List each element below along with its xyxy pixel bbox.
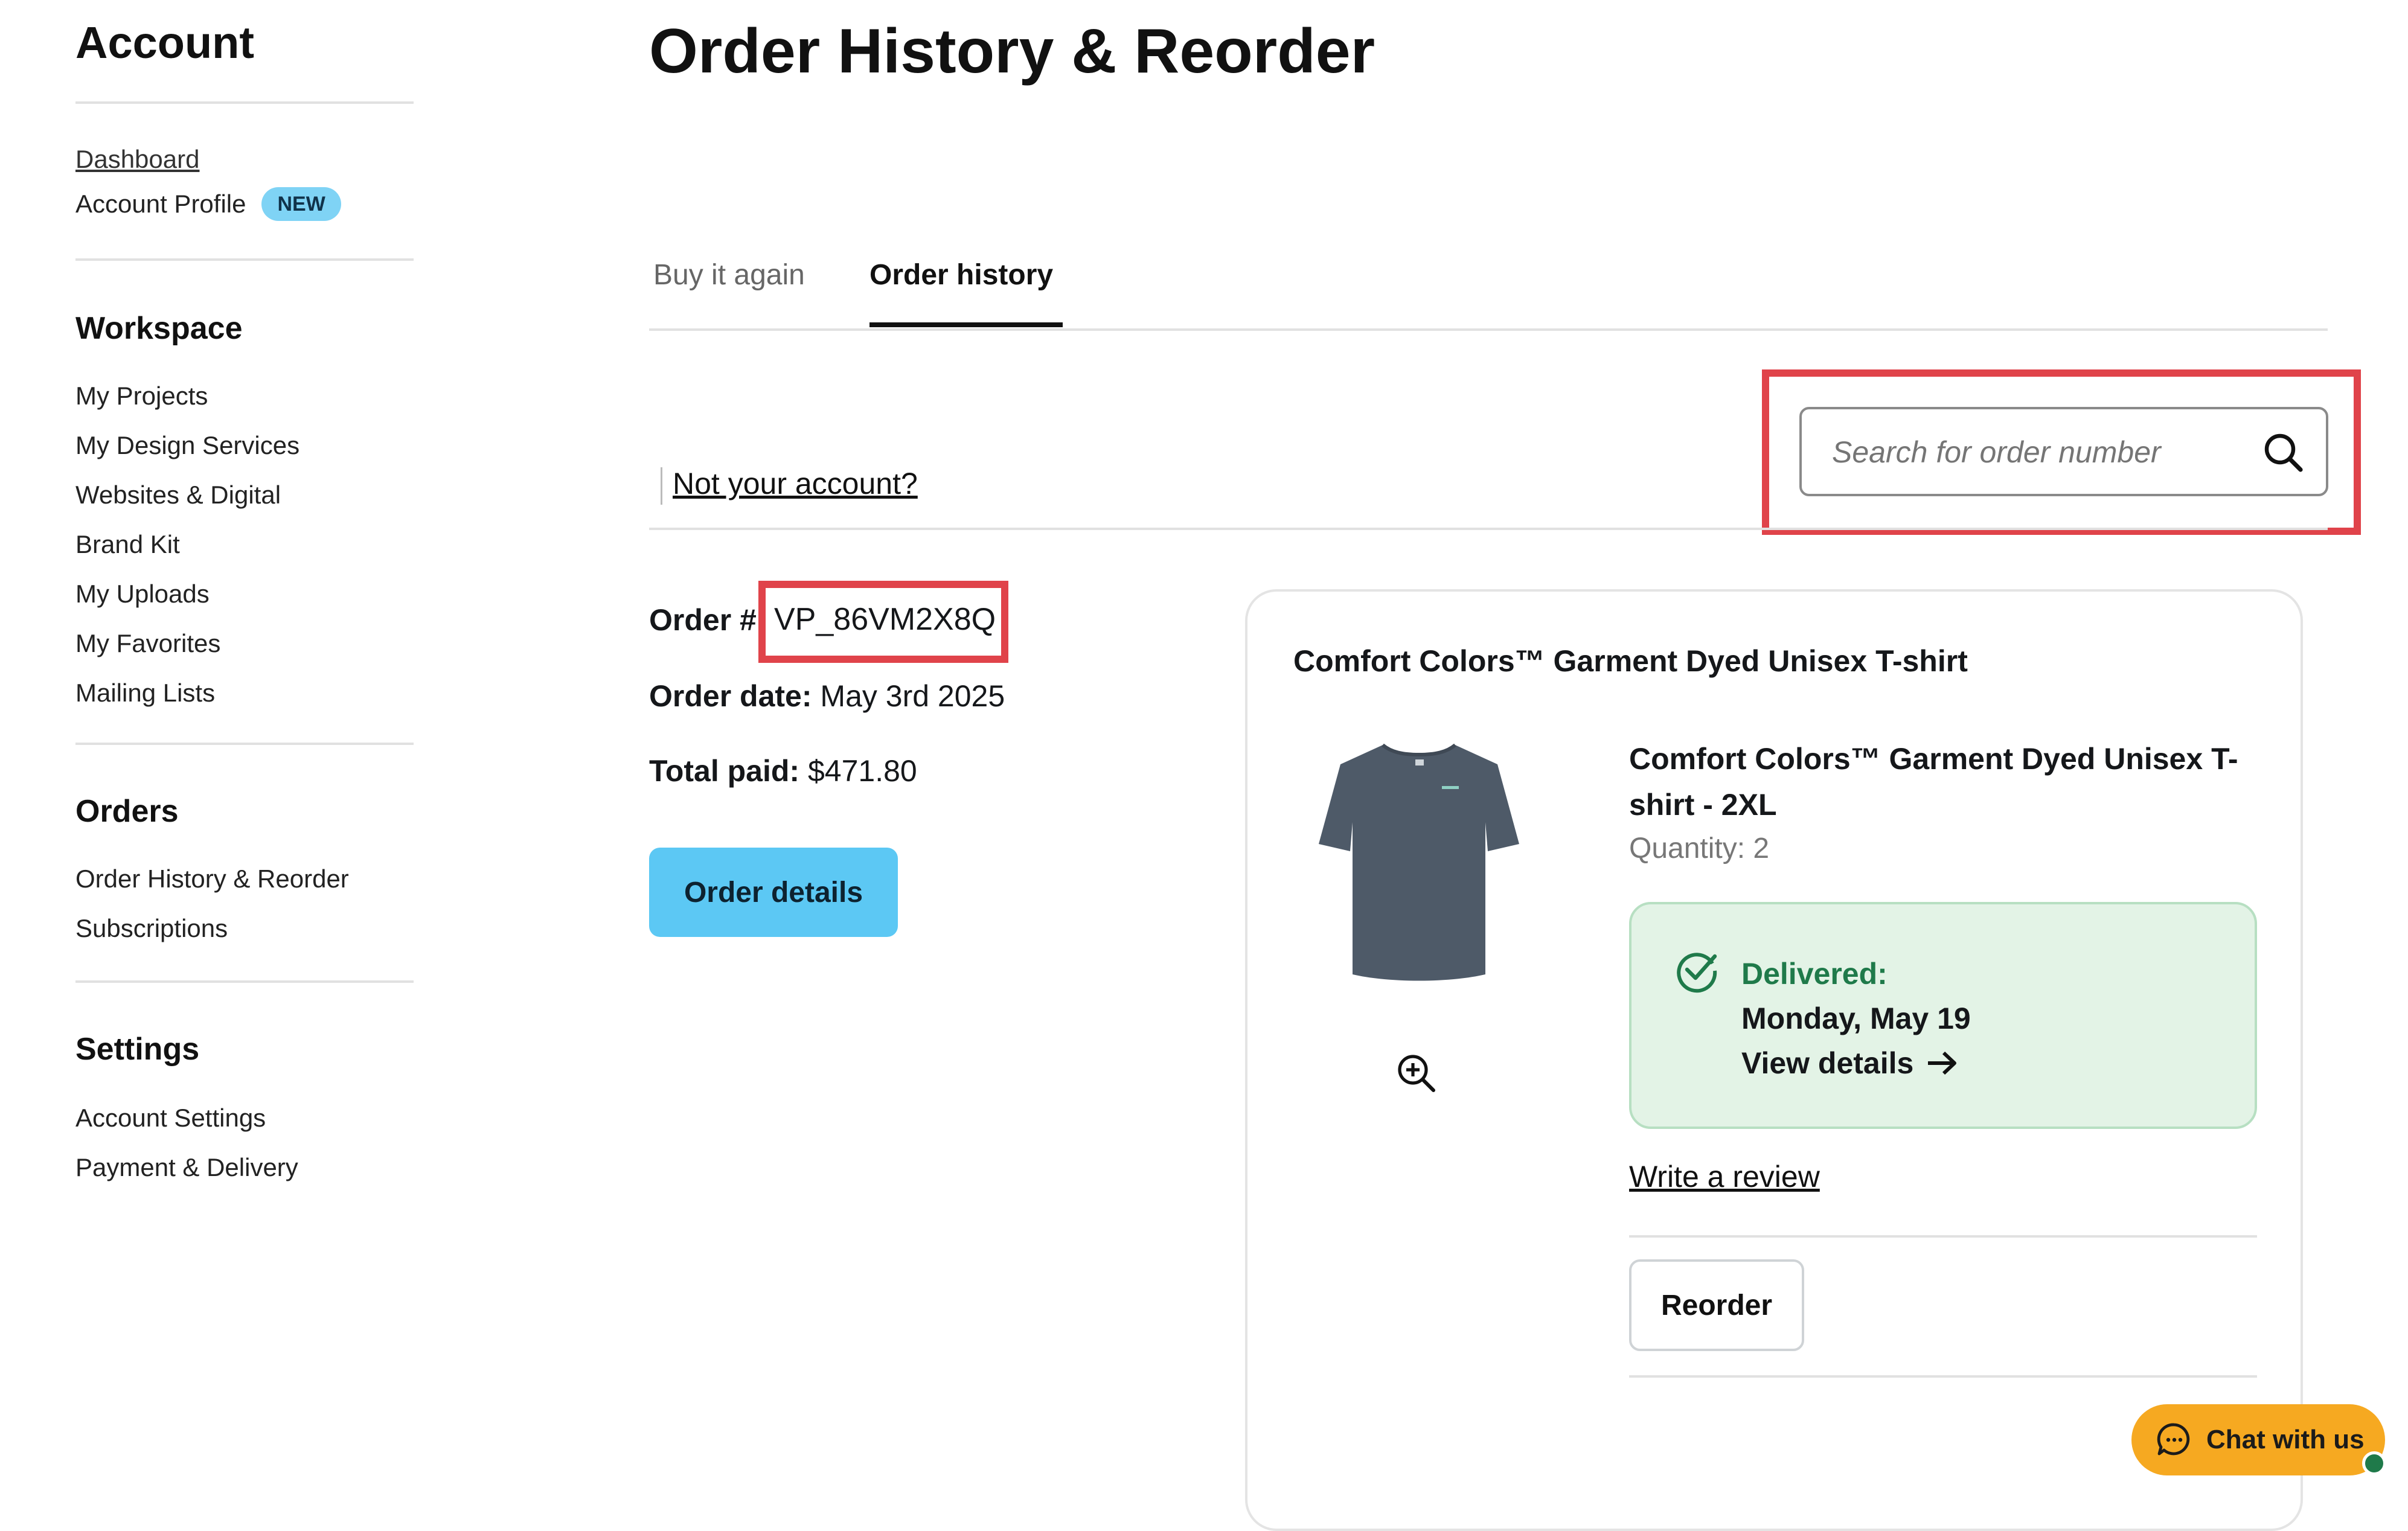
write-review-link[interactable]: Write a review bbox=[1629, 1159, 1820, 1194]
sidebar-divider bbox=[75, 258, 414, 261]
not-your-account-link[interactable]: Not your account? bbox=[673, 466, 918, 501]
sidebar-item-order-history[interactable]: Order History & Reorder bbox=[75, 865, 349, 893]
sidebar-item-brand-kit[interactable]: Brand Kit bbox=[75, 530, 180, 559]
online-status-dot bbox=[2362, 1451, 2386, 1475]
sidebar-heading-settings: Settings bbox=[75, 1032, 200, 1067]
sidebar-divider bbox=[75, 101, 414, 104]
arrow-right-icon bbox=[1924, 1048, 1961, 1078]
sidebar-link-label: Account Profile bbox=[75, 190, 246, 218]
search-field[interactable] bbox=[1799, 407, 2328, 496]
sidebar-heading-workspace: Workspace bbox=[75, 311, 243, 346]
order-number-row: Order # bbox=[649, 602, 757, 638]
item-divider bbox=[1629, 1235, 2257, 1238]
order-date-label: Order date: bbox=[649, 679, 812, 713]
new-badge: NEW bbox=[261, 187, 341, 221]
view-details-label: View details bbox=[1741, 1046, 1914, 1080]
sidebar-item-my-uploads[interactable]: My Uploads bbox=[75, 580, 210, 609]
order-date-row: Order date: May 3rd 2025 bbox=[649, 679, 1005, 714]
content-divider bbox=[649, 528, 2328, 530]
order-total-row: Total paid: $471.80 bbox=[649, 753, 917, 788]
sidebar-item-account-settings[interactable]: Account Settings bbox=[75, 1104, 266, 1133]
sidebar-link-dashboard[interactable]: Dashboard bbox=[75, 145, 199, 174]
sidebar-divider bbox=[75, 743, 414, 745]
tab-order-history[interactable]: Order history bbox=[869, 258, 1053, 292]
sidebar-item-subscriptions[interactable]: Subscriptions bbox=[75, 914, 228, 943]
item-quantity: Quantity: 2 bbox=[1629, 833, 1770, 865]
order-total-label: Total paid: bbox=[649, 754, 800, 788]
chat-bubble-icon bbox=[2156, 1421, 2193, 1459]
item-card-title: Comfort Colors™ Garment Dyed Unisex T-sh… bbox=[1293, 644, 1968, 678]
search-icon[interactable] bbox=[2259, 429, 2308, 477]
order-date-value: May 3rd 2025 bbox=[820, 679, 1005, 713]
chat-label: Chat with us bbox=[2206, 1425, 2365, 1454]
sidebar-item-my-favorites[interactable]: My Favorites bbox=[75, 629, 220, 658]
sidebar-item-my-projects[interactable]: My Projects bbox=[75, 382, 208, 411]
search-input[interactable] bbox=[1831, 429, 2220, 476]
tab-active-indicator bbox=[869, 322, 1063, 327]
zoom-in-icon[interactable] bbox=[1395, 1052, 1438, 1095]
delivery-status-label: Delivered: bbox=[1741, 957, 1888, 991]
chat-with-us-button[interactable]: Chat with us bbox=[2131, 1404, 2385, 1475]
delivery-date: Monday, May 19 bbox=[1741, 1002, 1971, 1035]
sidebar-item-mailing-lists[interactable]: Mailing Lists bbox=[75, 679, 215, 708]
order-details-button[interactable]: Order details bbox=[649, 848, 898, 937]
sidebar-link-account-profile[interactable]: Account Profile NEW bbox=[75, 187, 341, 221]
order-number-label: Order # bbox=[649, 603, 757, 637]
tab-buy-it-again[interactable]: Buy it again bbox=[653, 258, 805, 292]
item-divider bbox=[1629, 1375, 2257, 1378]
sidebar-heading-orders: Orders bbox=[75, 794, 179, 829]
product-image[interactable] bbox=[1316, 738, 1522, 983]
sidebar-item-my-design-services[interactable]: My Design Services bbox=[75, 431, 299, 460]
page-title: Order History & Reorder bbox=[649, 16, 1375, 86]
view-details-link[interactable]: View details bbox=[1741, 1046, 1961, 1081]
separator-line bbox=[661, 467, 662, 505]
sidebar-divider bbox=[75, 980, 414, 983]
item-name-line1: Comfort Colors™ Garment Dyed Unisex T- bbox=[1629, 742, 2238, 776]
item-name-line2: shirt - 2XL bbox=[1629, 788, 1777, 822]
check-circle-icon bbox=[1673, 947, 1721, 995]
sidebar-item-payment-delivery[interactable]: Payment & Delivery bbox=[75, 1153, 298, 1182]
order-total-value: $471.80 bbox=[807, 754, 917, 788]
sidebar-title: Account bbox=[75, 18, 254, 68]
tabs-divider bbox=[649, 328, 2328, 331]
sidebar-item-websites-digital[interactable]: Websites & Digital bbox=[75, 481, 281, 510]
reorder-button[interactable]: Reorder bbox=[1629, 1259, 1804, 1351]
order-number-value: VP_86VM2X8Q bbox=[774, 602, 996, 637]
